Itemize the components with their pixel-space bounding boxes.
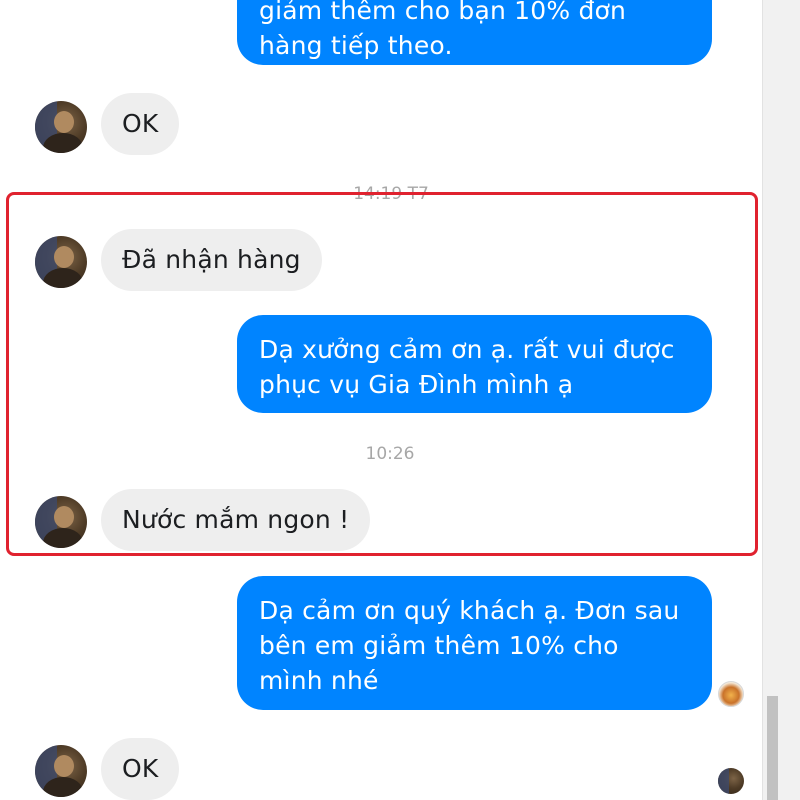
incoming-message-bubble[interactable]: OK [101, 738, 180, 800]
incoming-message-bubble[interactable]: OK [101, 93, 180, 155]
contact-avatar[interactable] [35, 745, 87, 797]
message-text: Dạ cảm ơn quý khách ạ. Đơn sau bên em gi… [259, 596, 680, 695]
chat-viewport: giảm thêm cho bạn 10% đơn hàng tiếp theo… [0, 0, 800, 800]
seen-indicator-avatar [718, 768, 744, 794]
contact-avatar[interactable] [35, 101, 87, 153]
outgoing-message-bubble[interactable]: giảm thêm cho bạn 10% đơn hàng tiếp theo… [237, 0, 712, 65]
message-text: OK [122, 109, 159, 138]
message-text: OK [122, 754, 159, 783]
scrollbar-track[interactable] [762, 0, 800, 800]
scrollbar-thumb[interactable] [767, 696, 778, 800]
seen-indicator-avatar [718, 681, 744, 707]
outgoing-message-bubble[interactable]: Dạ cảm ơn quý khách ạ. Đơn sau bên em gi… [237, 576, 712, 710]
highlight-annotation-box [6, 192, 758, 556]
message-text: giảm thêm cho bạn 10% đơn hàng tiếp theo… [259, 0, 627, 60]
